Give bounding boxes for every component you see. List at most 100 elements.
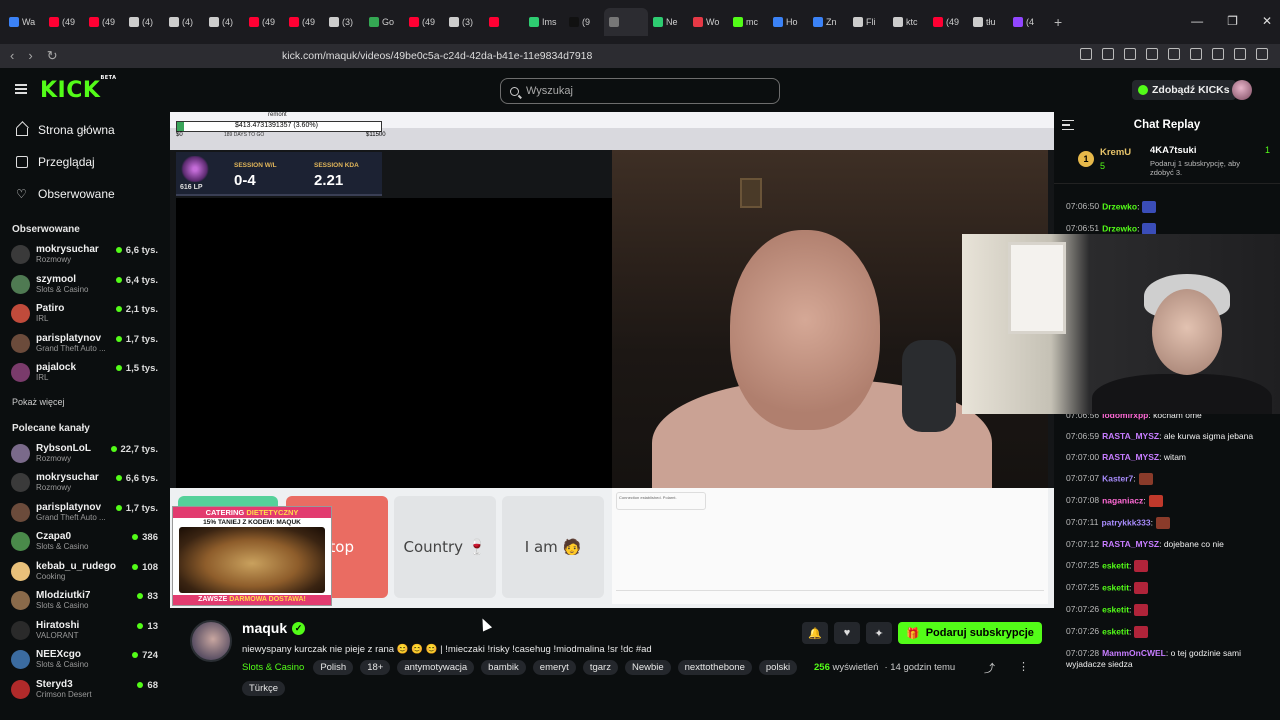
stream-tag[interactable]: antymotywacja: [397, 660, 475, 675]
browser-tab[interactable]: [604, 8, 648, 36]
sidebar-channel[interactable]: parisplatynov Grand Theft Auto ... 1,7 tys…: [0, 330, 170, 360]
chat-username[interactable]: esketit: [1102, 626, 1129, 636]
new-tab-icon[interactable]: +: [1054, 14, 1062, 30]
sidebar-channel[interactable]: mokrysuchar Rozmowy 6,6 tys.: [0, 241, 170, 271]
browser-tab[interactable]: (4: [1008, 8, 1048, 36]
browser-tab[interactable]: mc: [728, 8, 768, 36]
browser-tab[interactable]: ktc: [888, 8, 928, 36]
browser-tab[interactable]: Zn: [808, 8, 848, 36]
sidebar-channel[interactable]: Hiratoshi VALORANT 13: [0, 617, 170, 647]
nav-browse[interactable]: Przeglądaj: [0, 146, 170, 178]
chat-username[interactable]: esketit: [1102, 582, 1129, 592]
chat-username[interactable]: RASTA_MYSZ: [1102, 452, 1159, 462]
extension-icon[interactable]: [1212, 48, 1224, 60]
stream-tag[interactable]: Polish: [313, 660, 354, 675]
chat-username[interactable]: patrykkk333: [1101, 517, 1150, 527]
streamer-name[interactable]: maquk: [242, 620, 287, 636]
stream-tag[interactable]: emeryt: [532, 660, 576, 675]
browser-tab[interactable]: (49: [404, 8, 444, 36]
sidebar-channel[interactable]: RybsonLoL Rozmowy 22,7 tys.: [0, 440, 170, 470]
chat-username[interactable]: MammOnCWEL: [1102, 648, 1166, 658]
search-input[interactable]: Wyszukaj: [500, 78, 780, 104]
more-options-icon[interactable]: ⋮: [1018, 660, 1029, 673]
sidebar-channel[interactable]: Mlodziutki7 Slots & Casino 83: [0, 587, 170, 617]
menu-toggle-icon[interactable]: [15, 84, 27, 94]
chat-username[interactable]: RASTA_MYSZ: [1102, 539, 1159, 549]
browser-tab[interactable]: (4): [124, 8, 164, 36]
chat-username[interactable]: RASTA_MYSZ: [1102, 431, 1159, 441]
chat-username[interactable]: naganiacz: [1102, 495, 1143, 505]
extension-icon[interactable]: [1234, 48, 1246, 60]
category-link[interactable]: Slots & Casino: [242, 662, 304, 673]
sidebar-channel[interactable]: pajalock IRL 1,5 tys.: [0, 359, 170, 389]
browser-tab[interactable]: (4): [204, 8, 244, 36]
browser-tab[interactable]: Ims: [524, 8, 564, 36]
browser-tab[interactable]: Go: [364, 8, 404, 36]
stream-tag[interactable]: Newbie: [624, 660, 671, 675]
browser-tab[interactable]: (3): [324, 8, 364, 36]
user-avatar[interactable]: [1232, 80, 1252, 100]
extension-icon[interactable]: [1124, 48, 1136, 60]
chat-username[interactable]: Drzewko: [1102, 201, 1137, 211]
sidebar-channel[interactable]: Patiro IRL 2,1 tys.: [0, 300, 170, 330]
get-kicks-button[interactable]: Zdobądź KICKs: [1132, 80, 1236, 100]
extension-icon[interactable]: [1168, 48, 1180, 60]
sidebar-channel[interactable]: szymool Slots & Casino 6,4 tys.: [0, 271, 170, 301]
sidebar-channel[interactable]: NEEXcgo Slots & Casino 724: [0, 646, 170, 676]
chat-username[interactable]: esketit: [1102, 560, 1129, 570]
stream-tag[interactable]: bambik: [481, 660, 526, 675]
extension-icon[interactable]: [1190, 48, 1202, 60]
browser-tab[interactable]: [484, 8, 524, 36]
collapse-chat-icon[interactable]: [1062, 120, 1074, 130]
url-text[interactable]: kick.com/maquk/videos/49be0c5a-c24d-42da…: [282, 50, 592, 62]
nav-following[interactable]: ♡ Obserwowane: [0, 178, 170, 210]
browser-tab[interactable]: Fli: [848, 8, 888, 36]
browser-tab[interactable]: Wa: [4, 8, 44, 36]
browser-tab[interactable]: (3): [444, 8, 484, 36]
sidebar-channel[interactable]: kebab_u_rudego Cooking 108: [0, 558, 170, 588]
browser-tab[interactable]: (49: [284, 8, 324, 36]
extension-icon[interactable]: [1080, 48, 1092, 60]
stream-tag[interactable]: nexttothebone: [677, 660, 752, 675]
browser-tab[interactable]: (49: [244, 8, 284, 36]
sidebar-channel[interactable]: Czapa0 Slots & Casino 386: [0, 528, 170, 558]
kick-logo[interactable]: KICKBETA: [40, 75, 117, 103]
extension-icon[interactable]: [1102, 48, 1114, 60]
menu-icon[interactable]: [1256, 48, 1268, 60]
chat-username[interactable]: Kaster7: [1102, 473, 1133, 483]
notifications-button[interactable]: 🔔: [802, 622, 828, 644]
stream-tag[interactable]: tgarz: [582, 660, 618, 675]
share-icon[interactable]: ⤴: [984, 660, 995, 676]
browser-tab[interactable]: (4): [164, 8, 204, 36]
minimize-icon[interactable]: —: [1191, 14, 1203, 28]
browser-tab[interactable]: tłu: [968, 8, 1008, 36]
reload-icon[interactable]: ↻: [47, 48, 58, 64]
follow-button[interactable]: ♥: [834, 622, 860, 644]
sidebar-channel[interactable]: Steryd3 Crimson Desert 68: [0, 676, 170, 706]
browser-tab[interactable]: Wo: [688, 8, 728, 36]
browser-tab[interactable]: (49: [84, 8, 124, 36]
sidebar-channel[interactable]: parisplatynov Grand Theft Auto ... 1,7 tys…: [0, 499, 170, 529]
extension-icon[interactable]: [1146, 48, 1158, 60]
pinned-user[interactable]: KremU: [1100, 147, 1131, 158]
stream-tag[interactable]: Türkçe: [242, 681, 286, 696]
nav-home[interactable]: Strona główna: [0, 114, 170, 146]
browser-tab[interactable]: Ne: [648, 8, 688, 36]
maximize-icon[interactable]: ❐: [1227, 14, 1238, 28]
chat-username[interactable]: esketit: [1102, 604, 1129, 614]
back-icon[interactable]: ‹: [10, 48, 14, 64]
stream-tag[interactable]: 18+: [360, 660, 391, 675]
sidebar-channel[interactable]: mokrysuchar Rozmowy 6,6 tys.: [0, 469, 170, 499]
browser-tab[interactable]: Ho: [768, 8, 808, 36]
boost-button[interactable]: ✦: [866, 622, 892, 644]
forward-icon[interactable]: ›: [28, 48, 32, 64]
browser-tab[interactable]: (49: [928, 8, 968, 36]
close-window-icon[interactable]: ✕: [1262, 14, 1272, 28]
streamer-avatar[interactable]: [190, 620, 232, 662]
stream-tag[interactable]: polski: [758, 660, 798, 675]
chat-username[interactable]: Drzewko: [1102, 223, 1137, 233]
gift-sub-button[interactable]: 🎁 Podaruj subskrypcje: [898, 622, 1042, 644]
browser-tab[interactable]: (9: [564, 8, 604, 36]
browser-tab[interactable]: (49: [44, 8, 84, 36]
pinned-user-2[interactable]: 4KA7tsuki: [1150, 145, 1196, 156]
